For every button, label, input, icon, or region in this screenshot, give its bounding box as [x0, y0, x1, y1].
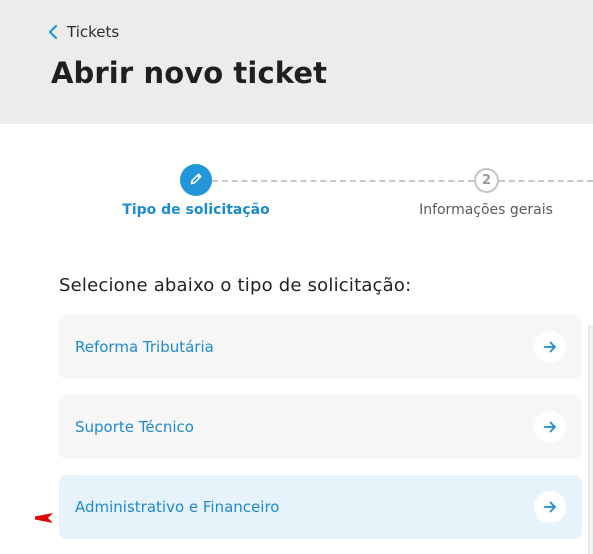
page-header: Tickets Abrir novo ticket: [0, 0, 593, 124]
step-connector: [499, 180, 593, 182]
pencil-icon: [189, 171, 203, 190]
option-label: Suporte Técnico: [75, 418, 194, 436]
back-link-tickets[interactable]: Tickets: [48, 21, 119, 43]
step-1-label: Tipo de solicitação: [122, 202, 270, 218]
page-title: Abrir novo ticket: [51, 56, 328, 90]
arrow-right-button[interactable]: [534, 331, 566, 363]
option-reforma-tributaria[interactable]: Reforma Tributária: [59, 315, 582, 379]
back-link-label: Tickets: [67, 23, 120, 41]
option-suporte-tecnico[interactable]: Suporte Técnico: [59, 395, 582, 459]
red-arrow-pointer-icon: [35, 508, 53, 527]
arrow-right-icon: [543, 498, 557, 517]
chevron-left-icon: [48, 24, 58, 40]
step-connector: [212, 180, 474, 182]
scrollbar-track[interactable]: [588, 325, 593, 554]
arrow-right-icon: [543, 338, 557, 357]
step-2-label: Informações gerais: [419, 202, 553, 218]
option-administrativo-financeiro[interactable]: Administrativo e Financeiro: [59, 475, 582, 539]
step-2-indicator: 2: [474, 168, 499, 193]
arrow-right-button[interactable]: [534, 491, 566, 523]
stepper: 2 Tipo de solicitação Informações gerais: [0, 124, 593, 244]
option-label: Reforma Tributária: [75, 338, 214, 356]
page: Tickets Abrir novo ticket 2 Tipo de soli…: [0, 0, 593, 554]
step-2-number: 2: [481, 173, 492, 188]
section-title: Selecione abaixo o tipo de solicitação:: [59, 275, 412, 296]
arrow-right-button[interactable]: [534, 411, 566, 443]
arrow-right-icon: [543, 418, 557, 437]
option-label: Administrativo e Financeiro: [75, 498, 280, 516]
step-1-indicator: [180, 164, 212, 196]
